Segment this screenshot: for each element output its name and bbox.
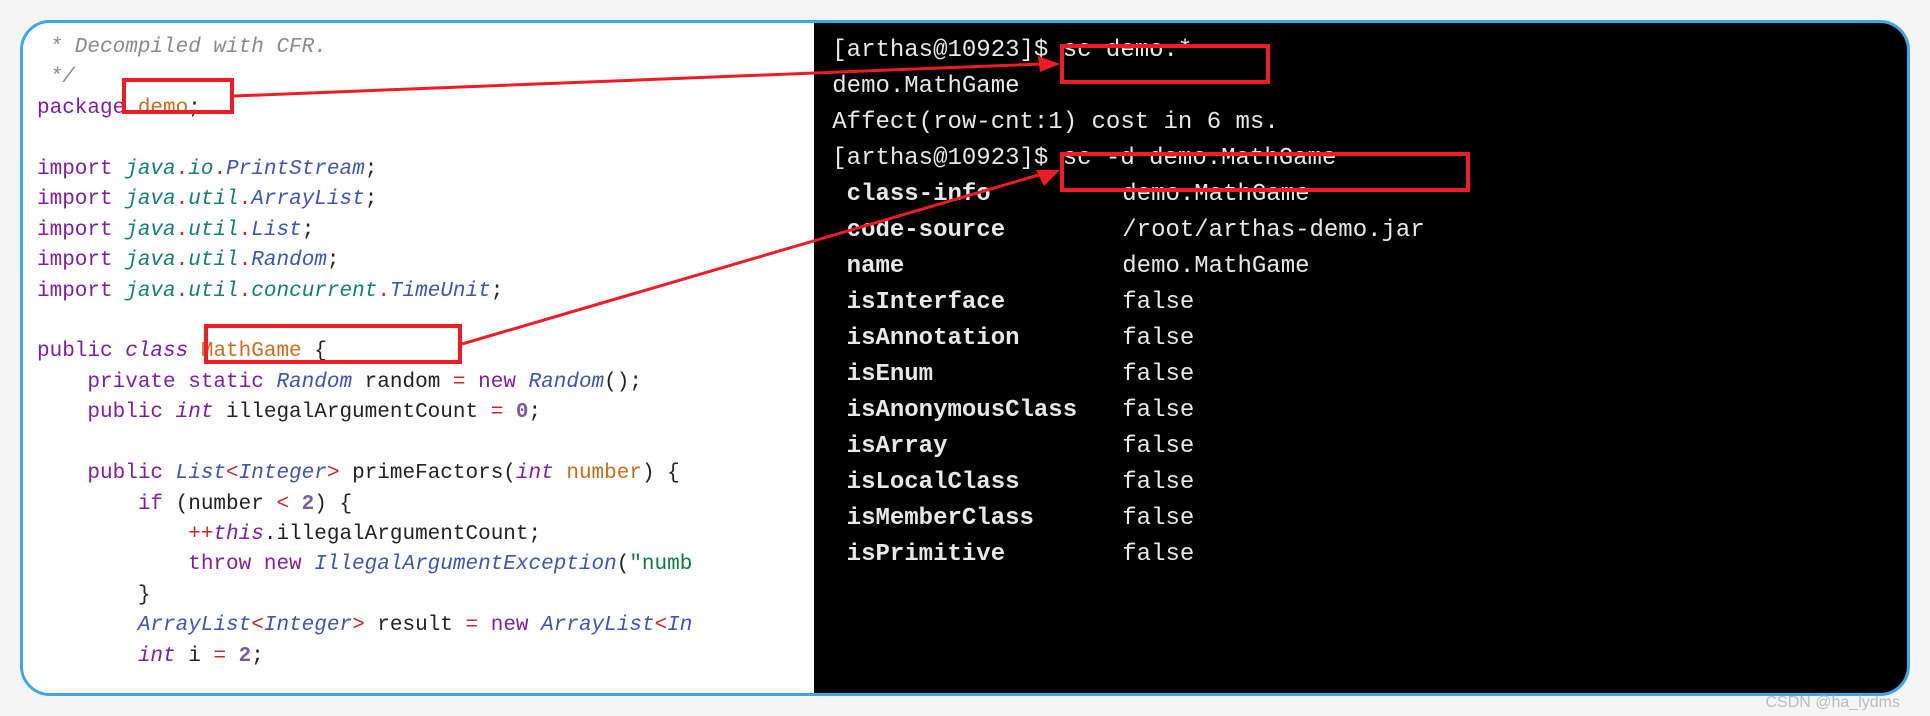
highlight-box-sc-d-command [1060, 152, 1470, 192]
arrow-class-to-sc-d [0, 0, 1930, 716]
highlight-box-sc-command [1060, 44, 1270, 84]
highlight-box-package [122, 78, 234, 114]
highlight-box-class [204, 324, 462, 364]
watermark-text: CSDN @ha_lydms [1766, 694, 1901, 712]
arrow-package-to-sc [0, 0, 1930, 716]
annotation-overlay [0, 0, 1930, 716]
